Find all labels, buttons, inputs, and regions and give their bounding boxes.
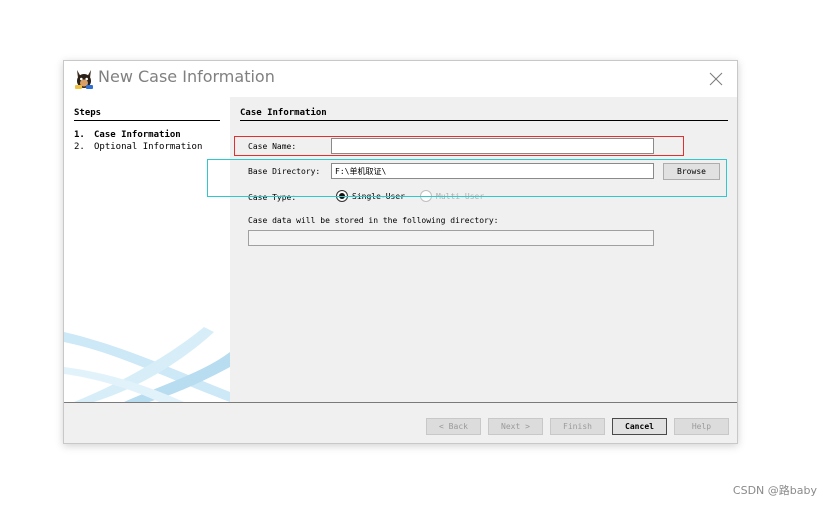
base-directory-label: Base Directory: xyxy=(248,167,321,176)
watermark: CSDN @路baby xyxy=(732,484,817,497)
multi-user-label: Multi-User xyxy=(436,191,485,201)
step-number: 2. xyxy=(74,142,85,152)
section-title: Case Information xyxy=(240,108,728,121)
storage-note: Case data will be stored in the followin… xyxy=(248,216,499,225)
step-number: 1. xyxy=(74,130,85,140)
finish-button[interactable]: Finish xyxy=(550,418,605,435)
next-button[interactable]: Next > xyxy=(488,418,543,435)
close-button[interactable] xyxy=(703,67,729,91)
radio-selected-icon xyxy=(336,190,348,202)
autopsy-dog-icon xyxy=(75,70,93,89)
case-type-label: Case Type: xyxy=(248,193,297,202)
cancel-button[interactable]: Cancel xyxy=(612,418,667,435)
browse-button[interactable]: Browse xyxy=(663,163,720,180)
wizard-button-bar: < Back Next > Finish Cancel Help xyxy=(64,402,737,443)
case-name-input[interactable] xyxy=(331,138,654,154)
decorative-swoosh xyxy=(64,327,230,402)
case-information-panel: Case Information Case Name: Base Directo… xyxy=(230,97,737,402)
title-bar: New Case Information xyxy=(64,61,737,97)
storage-path-field xyxy=(248,230,654,246)
multi-user-radio[interactable]: Multi-User xyxy=(420,190,484,202)
back-button[interactable]: < Back xyxy=(426,418,481,435)
step-case-information: 1. Case Information xyxy=(74,129,202,141)
steps-list: 1. Case Information 2. Optional Informatio… xyxy=(74,129,202,153)
step-label: Case Information xyxy=(94,130,181,140)
help-button[interactable]: Help xyxy=(674,418,729,435)
dialog-title: New Case Information xyxy=(98,67,275,86)
close-icon xyxy=(709,72,723,86)
step-optional-information: 2. Optional Information xyxy=(74,141,202,153)
base-directory-input[interactable] xyxy=(331,163,654,179)
single-user-radio[interactable]: Single-User xyxy=(336,190,405,202)
case-name-label: Case Name: xyxy=(248,142,297,151)
new-case-dialog: New Case Information Steps 1. Case Inform… xyxy=(63,60,738,444)
single-user-label: Single-User xyxy=(352,191,405,201)
step-label: Optional Information xyxy=(94,142,203,152)
steps-panel: Steps 1. Case Information 2. Optional Info… xyxy=(64,97,230,402)
steps-heading: Steps xyxy=(74,108,220,121)
radio-unselected-icon xyxy=(420,190,432,202)
